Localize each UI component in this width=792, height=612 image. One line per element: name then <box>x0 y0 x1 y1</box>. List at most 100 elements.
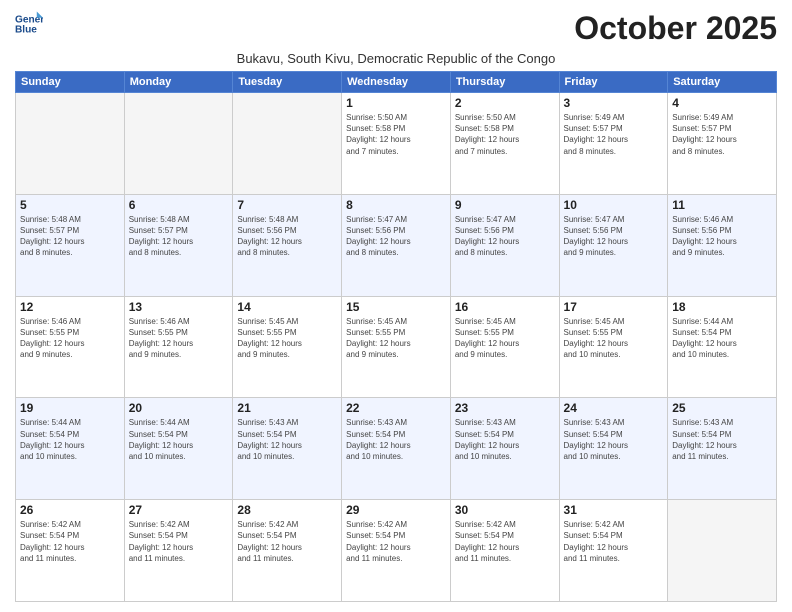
table-row: 8 Sunrise: 5:47 AMSunset: 5:56 PMDaylight… <box>342 194 451 296</box>
day-info: Sunrise: 5:42 AMSunset: 5:54 PMDaylight:… <box>129 519 229 564</box>
calendar-week-row: 12 Sunrise: 5:46 AMSunset: 5:55 PMDayligh… <box>16 296 777 398</box>
table-row: 5Sunrise: 5:48 AMSunset: 5:57 PMDaylight… <box>16 194 125 296</box>
day-info: Sunrise: 5:49 AMSunset: 5:57 PMDaylight:… <box>672 112 772 157</box>
day-info: Sunrise: 5:46 AMSunset: 5:55 PMDaylight:… <box>129 316 229 361</box>
day-number: 9 <box>455 198 555 212</box>
day-info: Sunrise: 5:45 AMSunset: 5:55 PMDaylight:… <box>564 316 664 361</box>
table-row: 4 Sunrise: 5:49 AMSunset: 5:57 PMDaylight… <box>668 93 777 195</box>
day-info: Sunrise: 5:50 AMSunset: 5:58 PMDaylight:… <box>346 112 446 157</box>
calendar: Sunday Monday Tuesday Wednesday Thursday… <box>15 71 777 602</box>
day-number: 24 <box>564 401 664 415</box>
table-row: 20 Sunrise: 5:44 AMSunset: 5:54 PMDayligh… <box>124 398 233 500</box>
table-row: 27 Sunrise: 5:42 AMSunset: 5:54 PMDayligh… <box>124 500 233 602</box>
table-row: 9 Sunrise: 5:47 AMSunset: 5:56 PMDaylight… <box>450 194 559 296</box>
day-number: 6 <box>129 198 229 212</box>
day-info: Sunrise: 5:44 AMSunset: 5:54 PMDaylight:… <box>129 417 229 462</box>
day-number: 29 <box>346 503 446 517</box>
day-info: Sunrise: 5:50 AMSunset: 5:58 PMDaylight:… <box>455 112 555 157</box>
day-number: 22 <box>346 401 446 415</box>
table-row: 24 Sunrise: 5:43 AMSunset: 5:54 PMDayligh… <box>559 398 668 500</box>
calendar-week-row: 26 Sunrise: 5:42 AMSunset: 5:54 PMDayligh… <box>16 500 777 602</box>
day-info: Sunrise: 5:48 AMSunset: 5:57 PMDaylight:… <box>129 214 229 259</box>
day-number: 21 <box>237 401 337 415</box>
table-row: 31 Sunrise: 5:42 AMSunset: 5:54 PMDayligh… <box>559 500 668 602</box>
day-number: 31 <box>564 503 664 517</box>
day-info: Sunrise: 5:45 AMSunset: 5:55 PMDaylight:… <box>346 316 446 361</box>
col-sunday: Sunday <box>16 72 125 93</box>
table-row: 19 Sunrise: 5:44 AMSunset: 5:54 PMDayligh… <box>16 398 125 500</box>
day-number: 10 <box>564 198 664 212</box>
day-number: 30 <box>455 503 555 517</box>
day-number: 3 <box>564 96 664 110</box>
day-info: Sunrise: 5:42 AMSunset: 5:54 PMDaylight:… <box>20 519 120 564</box>
table-row <box>668 500 777 602</box>
table-row: 3 Sunrise: 5:49 AMSunset: 5:57 PMDaylight… <box>559 93 668 195</box>
col-thursday: Thursday <box>450 72 559 93</box>
col-saturday: Saturday <box>668 72 777 93</box>
day-number: 19 <box>20 401 120 415</box>
day-info: Sunrise: 5:43 AMSunset: 5:54 PMDaylight:… <box>672 417 772 462</box>
day-info: Sunrise: 5:42 AMSunset: 5:54 PMDaylight:… <box>237 519 337 564</box>
weekday-header-row: Sunday Monday Tuesday Wednesday Thursday… <box>16 72 777 93</box>
table-row: 18Sunrise: 5:44 AMSunset: 5:54 PMDayligh… <box>668 296 777 398</box>
day-number: 7 <box>237 198 337 212</box>
table-row: 11 Sunrise: 5:46 AMSunset: 5:56 PMDayligh… <box>668 194 777 296</box>
col-monday: Monday <box>124 72 233 93</box>
col-friday: Friday <box>559 72 668 93</box>
day-info: Sunrise: 5:44 AMSunset: 5:54 PMDaylight:… <box>20 417 120 462</box>
table-row: 15 Sunrise: 5:45 AMSunset: 5:55 PMDayligh… <box>342 296 451 398</box>
page: General Blue October 2025 Bukavu, South … <box>0 0 792 612</box>
table-row: 30 Sunrise: 5:42 AMSunset: 5:54 PMDayligh… <box>450 500 559 602</box>
table-row: 25 Sunrise: 5:43 AMSunset: 5:54 PMDayligh… <box>668 398 777 500</box>
day-number: 5 <box>20 198 120 212</box>
day-number: 26 <box>20 503 120 517</box>
calendar-week-row: 19 Sunrise: 5:44 AMSunset: 5:54 PMDayligh… <box>16 398 777 500</box>
day-info: Sunrise: 5:46 AMSunset: 5:55 PMDaylight:… <box>20 316 120 361</box>
day-info: Sunrise: 5:42 AMSunset: 5:54 PMDaylight:… <box>346 519 446 564</box>
day-number: 27 <box>129 503 229 517</box>
day-number: 18 <box>672 300 772 314</box>
table-row: 2Sunrise: 5:50 AMSunset: 5:58 PMDaylight… <box>450 93 559 195</box>
table-row: 12 Sunrise: 5:46 AMSunset: 5:55 PMDayligh… <box>16 296 125 398</box>
day-number: 8 <box>346 198 446 212</box>
day-info: Sunrise: 5:42 AMSunset: 5:54 PMDaylight:… <box>564 519 664 564</box>
table-row <box>124 93 233 195</box>
day-info: Sunrise: 5:43 AMSunset: 5:54 PMDaylight:… <box>237 417 337 462</box>
day-number: 14 <box>237 300 337 314</box>
calendar-week-row: 5 Sunrise: 5:48 AMSunset: 5:57 PMDaylight… <box>16 194 777 296</box>
table-row: 1 Sunrise: 5:50 AMSunset: 5:58 PMDaylight… <box>342 93 451 195</box>
day-info: Sunrise: 5:47 AMSunset: 5:56 PMDaylight:… <box>564 214 664 259</box>
day-number: 15 <box>346 300 446 314</box>
table-row: 23Sunrise: 5:43 AMSunset: 5:54 PMDayligh… <box>450 398 559 500</box>
header: General Blue October 2025 <box>15 10 777 47</box>
day-info: Sunrise: 5:43 AMSunset: 5:54 PMDaylight:… <box>346 417 446 462</box>
title-section: October 2025 <box>574 10 777 47</box>
table-row: 10 Sunrise: 5:47 AMSunset: 5:56 PMDayligh… <box>559 194 668 296</box>
day-info: Sunrise: 5:45 AMSunset: 5:55 PMDaylight:… <box>237 316 337 361</box>
day-info: Sunrise: 5:46 AMSunset: 5:56 PMDaylight:… <box>672 214 772 259</box>
day-info: Sunrise: 5:47 AMSunset: 5:56 PMDaylight:… <box>455 214 555 259</box>
table-row: 28Sunrise: 5:42 AMSunset: 5:54 PMDayligh… <box>233 500 342 602</box>
table-row: 26 Sunrise: 5:42 AMSunset: 5:54 PMDayligh… <box>16 500 125 602</box>
table-row: 17Sunrise: 5:45 AMSunset: 5:55 PMDayligh… <box>559 296 668 398</box>
day-info: Sunrise: 5:43 AMSunset: 5:54 PMDaylight:… <box>564 417 664 462</box>
col-wednesday: Wednesday <box>342 72 451 93</box>
calendar-week-row: 1 Sunrise: 5:50 AMSunset: 5:58 PMDaylight… <box>16 93 777 195</box>
day-number: 4 <box>672 96 772 110</box>
day-number: 16 <box>455 300 555 314</box>
day-number: 11 <box>672 198 772 212</box>
day-info: Sunrise: 5:49 AMSunset: 5:57 PMDaylight:… <box>564 112 664 157</box>
day-number: 20 <box>129 401 229 415</box>
day-number: 12 <box>20 300 120 314</box>
col-tuesday: Tuesday <box>233 72 342 93</box>
table-row: 6 Sunrise: 5:48 AMSunset: 5:57 PMDaylight… <box>124 194 233 296</box>
table-row: 13Sunrise: 5:46 AMSunset: 5:55 PMDayligh… <box>124 296 233 398</box>
day-number: 25 <box>672 401 772 415</box>
day-info: Sunrise: 5:48 AMSunset: 5:56 PMDaylight:… <box>237 214 337 259</box>
table-row: 16Sunrise: 5:45 AMSunset: 5:55 PMDayligh… <box>450 296 559 398</box>
svg-text:Blue: Blue <box>15 25 37 36</box>
day-info: Sunrise: 5:47 AMSunset: 5:56 PMDaylight:… <box>346 214 446 259</box>
logo-icon: General Blue <box>15 10 43 38</box>
day-number: 1 <box>346 96 446 110</box>
day-info: Sunrise: 5:42 AMSunset: 5:54 PMDaylight:… <box>455 519 555 564</box>
